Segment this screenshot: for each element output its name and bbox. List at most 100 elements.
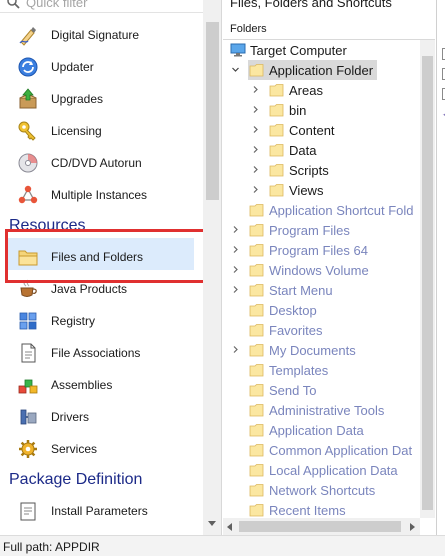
nav-item-registry[interactable]: Registry: [0, 305, 203, 335]
tree-vertical-scrollbar[interactable]: [420, 40, 435, 518]
folder-icon: [249, 304, 264, 317]
upgrades-icon: [19, 88, 37, 109]
collapse-chevron-icon[interactable]: [232, 66, 239, 73]
expand-chevron-icon[interactable]: [232, 226, 239, 233]
tree-row-recent-items[interactable]: Recent Items: [223, 500, 420, 518]
tree-label: Desktop: [269, 303, 317, 318]
tree-row-application-data[interactable]: Application Data: [223, 420, 420, 440]
scrollbar-thumb[interactable]: [206, 22, 219, 200]
folder-icon: [269, 104, 284, 117]
tree-label: Local Application Data: [269, 463, 398, 478]
tree-row-application-folder[interactable]: Application Folder: [223, 60, 420, 80]
nav-item-multiple-instances[interactable]: Multiple Instances: [0, 179, 203, 209]
folders-column-header: Folders: [223, 14, 435, 40]
tree-row-target-computer[interactable]: Target Computer: [223, 40, 420, 60]
scrollbar-thumb[interactable]: [239, 521, 401, 532]
expand-chevron-icon[interactable]: [252, 186, 259, 193]
nav-item-drivers[interactable]: Drivers: [0, 401, 203, 431]
navigation-scrollbar[interactable]: [203, 0, 221, 535]
tree-row-send-to[interactable]: Send To: [223, 380, 420, 400]
tree-label: Application Folder: [269, 63, 374, 78]
folder-icon: [249, 284, 264, 297]
tree-row-windows-volume[interactable]: Windows Volume: [223, 260, 420, 280]
expand-chevron-icon[interactable]: [232, 286, 239, 293]
tree-row-my-documents[interactable]: My Documents: [223, 340, 420, 360]
signature-icon: [19, 27, 36, 46]
computer-icon: [230, 43, 246, 57]
folder-icon: [249, 384, 264, 397]
nav-item-updater[interactable]: Updater: [0, 51, 203, 81]
tree-row-data[interactable]: Data: [223, 140, 420, 160]
expand-chevron-icon[interactable]: [232, 246, 239, 253]
folder-icon: [249, 424, 264, 437]
services-icon: [19, 440, 37, 458]
folder-icon: [249, 244, 264, 257]
tree-row-network-shortcuts[interactable]: Network Shortcuts: [223, 480, 420, 500]
tree-row-start-menu[interactable]: Start Menu: [223, 280, 420, 300]
nav-label: Licensing: [51, 124, 102, 138]
tree-row-desktop[interactable]: Desktop: [223, 300, 420, 320]
folder-icon: [249, 344, 264, 357]
tree-label: Program Files: [269, 223, 350, 238]
folder-icon: [249, 464, 264, 477]
expand-chevron-icon[interactable]: [252, 146, 259, 153]
nav-item-file-associations[interactable]: File Associations: [0, 337, 203, 367]
nav-label: CD/DVD Autorun: [51, 156, 142, 170]
expand-chevron-icon[interactable]: [252, 86, 259, 93]
nav-item-assemblies[interactable]: Assemblies: [0, 369, 203, 399]
scroll-right-arrow-icon[interactable]: [410, 523, 415, 531]
nav-item-install-parameters[interactable]: Install Parameters: [0, 495, 203, 525]
folder-icon: [269, 124, 284, 137]
tree-row-application-shortcut-fold[interactable]: Application Shortcut Fold: [223, 200, 420, 220]
tree-row-favorites[interactable]: Favorites: [223, 320, 420, 340]
expand-chevron-icon[interactable]: [232, 266, 239, 273]
quick-filter-input[interactable]: [26, 0, 196, 12]
nav-item-upgrades[interactable]: Upgrades: [0, 83, 203, 113]
expand-chevron-icon[interactable]: [252, 126, 259, 133]
folders-header-label: Folders: [230, 23, 267, 35]
expand-chevron-icon[interactable]: [232, 346, 239, 353]
folder-tree: Target Computer Application Folder Areas…: [223, 40, 420, 518]
nav-item-cd-dvd-autorun[interactable]: CD/DVD Autorun: [0, 147, 203, 177]
nav-item-services[interactable]: Services: [0, 433, 203, 463]
tree-row-local-application-data[interactable]: Local Application Data: [223, 460, 420, 480]
tree-label: Network Shortcuts: [269, 483, 376, 498]
status-bar: Full path: APPDIR: [0, 535, 445, 556]
tree-row-program-files-64[interactable]: Program Files 64: [223, 240, 420, 260]
navigation-pane: Digital Signature Updater Upgrades: [0, 0, 222, 535]
pane-title: Files, Folders and Shortcuts: [230, 0, 392, 10]
nav-label: Digital Signature: [51, 28, 140, 42]
tree-row-common-application-dat[interactable]: Common Application Dat: [223, 440, 420, 460]
nav-label: Java Products: [51, 282, 128, 296]
tree-row-areas[interactable]: Areas: [223, 80, 420, 100]
folder-icon: [249, 204, 264, 217]
tree-row-content[interactable]: Content: [223, 120, 420, 140]
tree-label: Common Application Dat: [269, 443, 413, 458]
tree-row-views[interactable]: Views: [223, 180, 420, 200]
tree-label: Administrative Tools: [269, 403, 385, 418]
tree-row-bin[interactable]: bin: [223, 100, 420, 120]
folder-icon: [18, 250, 38, 266]
tree-row-administrative-tools[interactable]: Administrative Tools: [223, 400, 420, 420]
scroll-left-arrow-icon[interactable]: [227, 523, 232, 531]
tree-row-scripts[interactable]: Scripts: [223, 160, 420, 180]
scroll-down-arrow-icon[interactable]: [208, 521, 216, 526]
tree-horizontal-scrollbar[interactable]: [223, 518, 420, 535]
nav-item-digital-signature[interactable]: Digital Signature: [0, 19, 203, 49]
nav-item-java-products[interactable]: Java Products: [0, 273, 203, 303]
tree-label: Content: [289, 123, 335, 138]
tree-label: Data: [289, 143, 317, 158]
nav-item-files-and-folders[interactable]: Files and Folders: [0, 238, 203, 271]
scrollbar-thumb[interactable]: [422, 56, 433, 510]
expand-chevron-icon[interactable]: [252, 106, 259, 113]
nav-label: Multiple Instances: [51, 188, 148, 202]
tree-label: Favorites: [269, 323, 323, 338]
tree-row-program-files[interactable]: Program Files: [223, 220, 420, 240]
java-icon: [20, 279, 37, 297]
nav-label: Updater: [51, 60, 94, 74]
drivers-icon: [20, 409, 37, 425]
nav-item-licensing[interactable]: Licensing: [0, 115, 203, 145]
folder-icon: [249, 444, 264, 457]
tree-row-templates[interactable]: Templates: [223, 360, 420, 380]
expand-chevron-icon[interactable]: [252, 166, 259, 173]
